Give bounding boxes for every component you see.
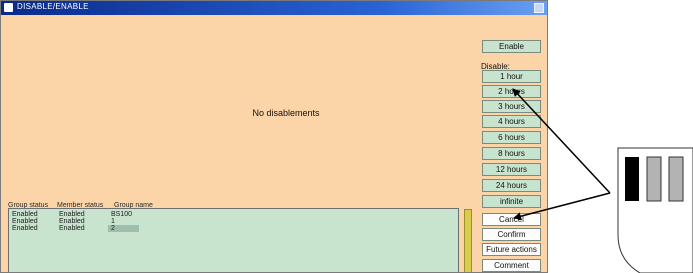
disable-3-hours-button[interactable]: 3 hours [482, 100, 541, 113]
disable-24-hours-button[interactable]: 24 hours [482, 179, 541, 192]
disable-enable-window: DISABLE/ENABLE No disablements Enable Di… [0, 0, 548, 273]
scroll-indicator[interactable] [464, 209, 472, 272]
inset-grey-stripe-1 [646, 156, 662, 202]
title-bar[interactable]: DISABLE/ENABLE [1, 1, 547, 15]
inset-black-stripe [625, 157, 639, 201]
confirm-button[interactable]: Confirm [482, 228, 541, 241]
future-actions-button[interactable]: Future actions [482, 243, 541, 256]
status-message: No disablements [252, 108, 320, 118]
close-icon[interactable] [534, 3, 544, 13]
window-title: DISABLE/ENABLE [17, 2, 89, 11]
disable-12-hours-button[interactable]: 12 hours [482, 163, 541, 176]
disable-1-hour-button[interactable]: 1 hour [482, 70, 541, 83]
disable-8-hours-button[interactable]: 8 hours [482, 147, 541, 160]
inset-grey-stripe-2 [668, 156, 684, 202]
group-list[interactable]: Enabled Enabled BS100 Enabled Enabled 1 … [8, 208, 459, 272]
disable-4-hours-button[interactable]: 4 hours [482, 115, 541, 128]
disable-6-hours-button[interactable]: 6 hours [482, 131, 541, 144]
comment-button[interactable]: Comment [482, 259, 541, 272]
disable-2-hours-button[interactable]: 2 hours [482, 85, 541, 98]
disable-infinite-button[interactable]: infinite [482, 195, 541, 208]
app-icon [4, 3, 13, 12]
enable-button[interactable]: Enable [482, 40, 541, 53]
cancel-button[interactable]: Cancel [482, 213, 541, 226]
window-content: No disablements Enable Disable: 1 hour 2… [1, 15, 547, 272]
button-inset-shape [617, 147, 693, 273]
